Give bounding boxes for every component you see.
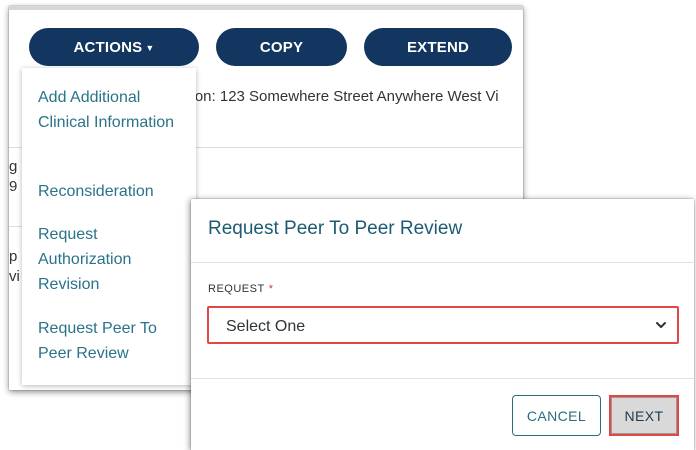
- actions-label: ACTIONS: [73, 38, 143, 56]
- actions-button[interactable]: ACTIONS ▼: [29, 28, 199, 66]
- peer-review-dialog: Request Peer To Peer Review REQUEST * Sel…: [191, 199, 694, 450]
- copy-label: COPY: [259, 38, 304, 56]
- dialog-header-divider: [191, 262, 694, 263]
- next-button-inner: NEXT: [611, 397, 677, 434]
- location-text: ation: 123 Somewhere Street Anywhere Wes…: [179, 88, 499, 105]
- cancel-button[interactable]: CANCEL: [512, 395, 601, 436]
- select-value: Select One: [226, 318, 306, 335]
- truncated-text: vi: [9, 268, 20, 285]
- actions-dropdown-menu: Add Additional Clinical Information Reco…: [22, 68, 196, 385]
- extend-label: EXTEND: [406, 38, 470, 56]
- chevron-down-icon: [656, 322, 666, 328]
- dialog-footer-divider: [191, 378, 694, 379]
- request-select[interactable]: Select One: [207, 306, 679, 344]
- cancel-label: CANCEL: [526, 407, 587, 424]
- menu-item-add-additional-clinical-information[interactable]: Add Additional Clinical Information: [38, 85, 188, 135]
- caret-down-icon: ▼: [145, 43, 155, 53]
- truncated-text: g: [9, 158, 18, 175]
- next-button[interactable]: NEXT: [609, 395, 679, 436]
- request-label-text: REQUEST: [208, 283, 265, 295]
- dialog-title: Request Peer To Peer Review: [208, 218, 463, 239]
- copy-button[interactable]: COPY: [216, 28, 347, 66]
- required-marker: *: [268, 283, 274, 295]
- extend-button[interactable]: EXTEND: [364, 28, 512, 66]
- truncated-text: 9: [9, 178, 18, 195]
- top-divider: [9, 6, 523, 10]
- truncated-text: p: [9, 248, 18, 265]
- menu-item-request-peer-to-peer-review[interactable]: Request Peer To Peer Review: [38, 316, 188, 366]
- request-field-label: REQUEST *: [208, 283, 273, 295]
- menu-item-request-authorization-revision[interactable]: Request Authorization Revision: [38, 222, 188, 297]
- menu-item-reconsideration[interactable]: Reconsideration: [38, 179, 188, 204]
- next-label: NEXT: [624, 407, 664, 424]
